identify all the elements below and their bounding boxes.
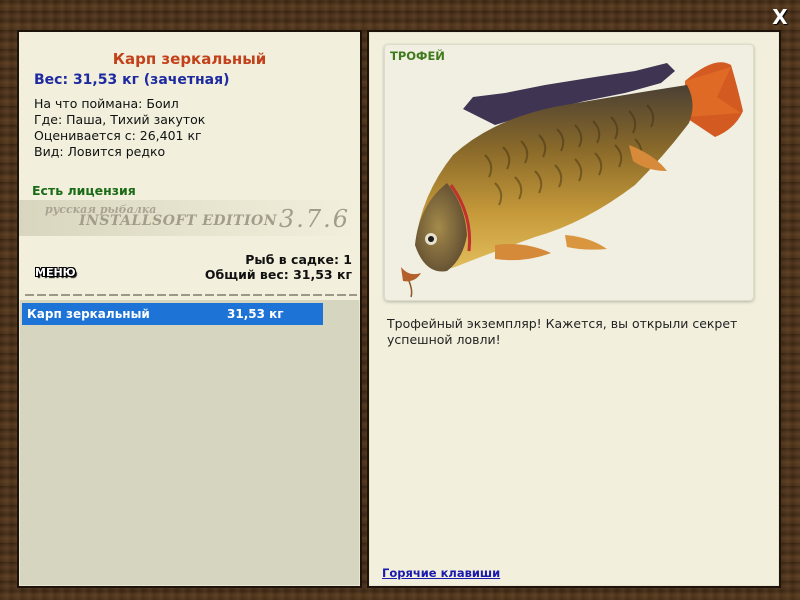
- fish-info-area: Карп зеркальный Вес: 31,53 кг (зачетная)…: [19, 32, 360, 300]
- fish-weight: Вес: 31,53 кг (зачетная): [34, 72, 230, 88]
- keepnet-total-weight: Общий вес: 31,53 кг: [204, 267, 352, 282]
- mirror-carp-icon: [401, 62, 743, 298]
- trophy-description: Трофейный экземпляр! Кажется, вы открыли…: [387, 316, 738, 347]
- license-status: Есть лицензия: [32, 183, 136, 198]
- catch-info-panel: Карп зеркальный Вес: 31,53 кг (зачетная)…: [17, 30, 362, 588]
- keepnet-list-item[interactable]: Карп зеркальный 31,53 кг: [22, 303, 323, 325]
- divider: [25, 294, 357, 296]
- rarity-detail: Вид: Ловится редко: [34, 144, 166, 159]
- trophy-badge: ТРОФЕЙ: [390, 49, 445, 63]
- keepnet-count: Рыб в садке: 1: [245, 252, 352, 267]
- location-detail: Где: Паша, Тихий закуток: [34, 112, 206, 127]
- bait-detail: На что поймана: Боил: [34, 96, 179, 111]
- fish-name-title: Карп зеркальный: [112, 50, 267, 68]
- keepnet-item-name: Карп зеркальный: [27, 307, 150, 321]
- game-watermark: русская рыбалка INSTALLSOFT EDITION 3.7.…: [19, 200, 360, 236]
- fish-image-frame: ТРОФЕЙ: [384, 44, 754, 301]
- trophy-threshold-detail: Оценивается с: 26,401 кг: [34, 128, 202, 143]
- close-button[interactable]: X: [770, 6, 790, 28]
- hotkeys-link[interactable]: Горячие клавиши: [382, 566, 500, 580]
- watermark-version: 3.7.6: [279, 205, 351, 233]
- keepnet-item-weight: 31,53 кг: [227, 307, 284, 321]
- menu-button[interactable]: МЕНЮ: [35, 266, 76, 279]
- watermark-edition: INSTALLSOFT EDITION: [79, 213, 278, 229]
- trophy-panel: ТРОФЕЙ Трофейный экземпляр! Кажется, вы …: [367, 30, 781, 588]
